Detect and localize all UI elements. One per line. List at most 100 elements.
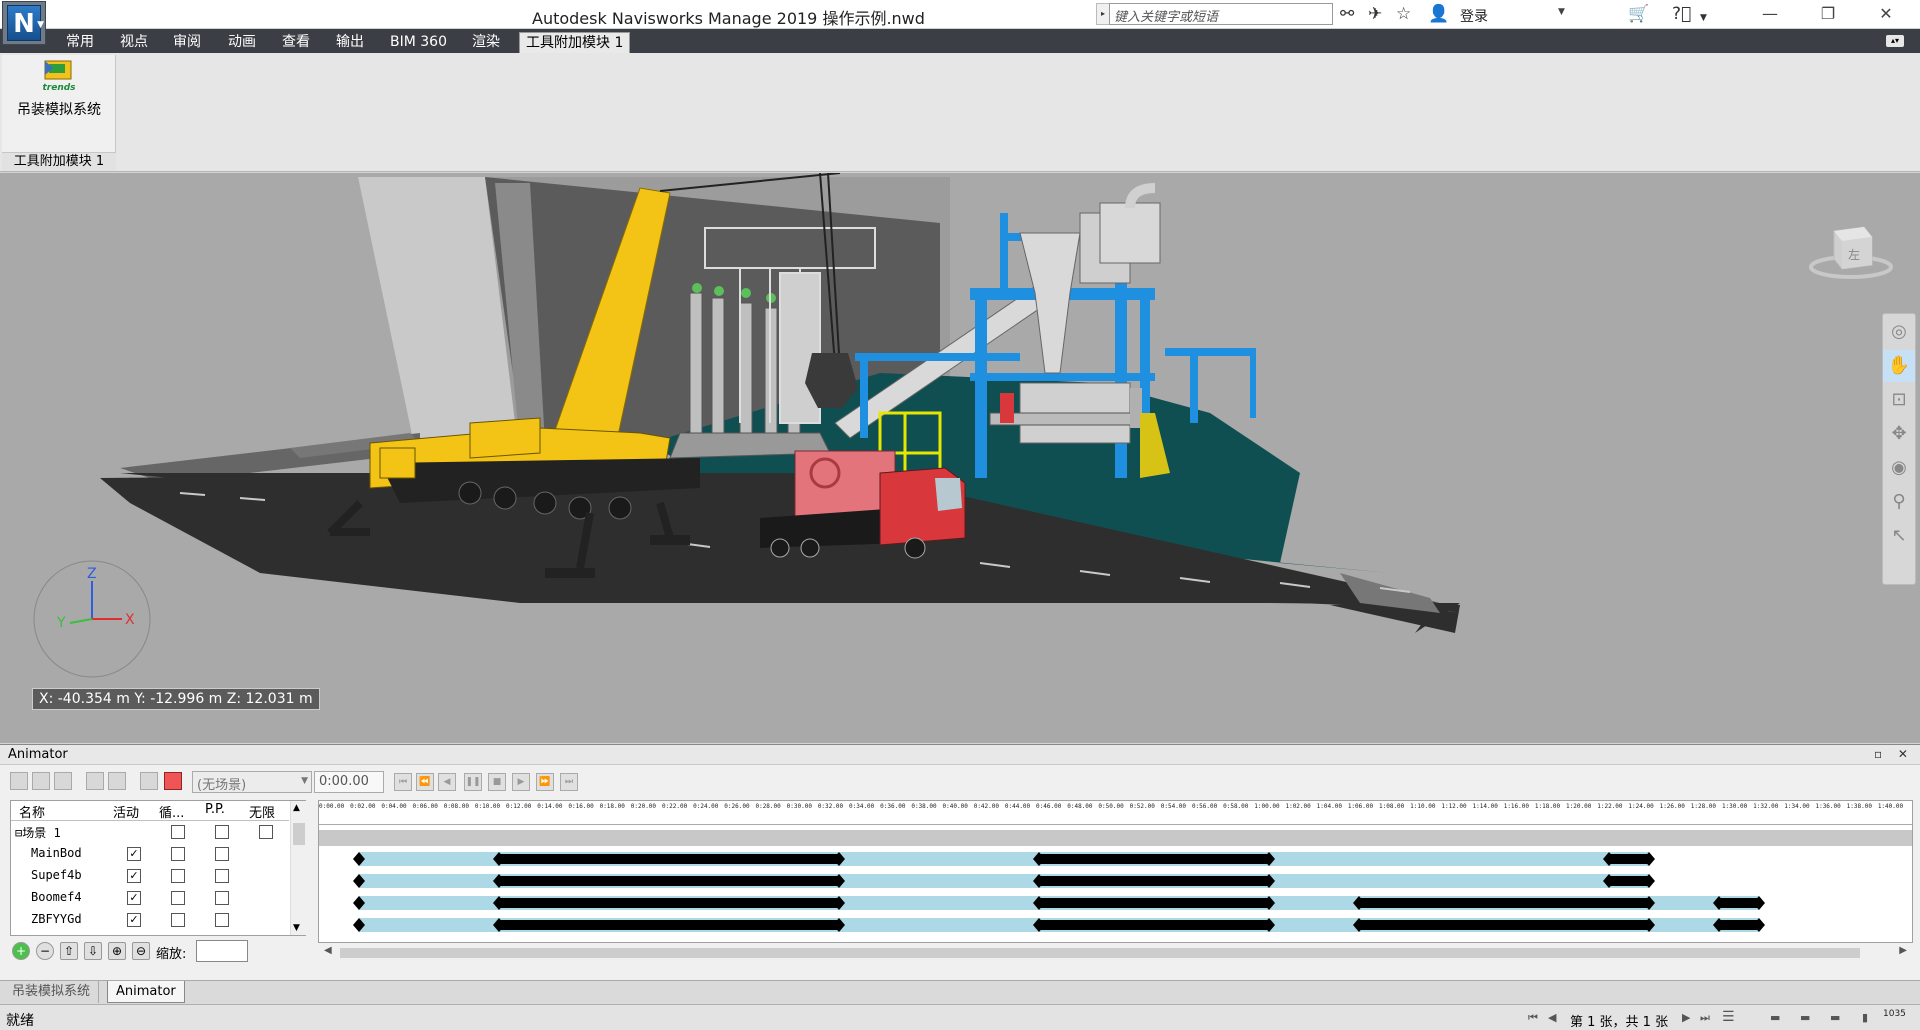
zoom-in-icon[interactable]: ⊕ xyxy=(108,942,126,960)
viewcube[interactable]: 左 xyxy=(1806,219,1896,289)
last-sheet-icon[interactable]: ⏭ xyxy=(1700,1011,1710,1025)
step-forward-icon[interactable]: ⏩ xyxy=(536,773,554,791)
zoom-out-icon[interactable]: ⊖ xyxy=(132,942,150,960)
capture-keyframe-icon[interactable] xyxy=(140,772,158,790)
dock-tab-animator[interactable]: Animator xyxy=(107,981,185,1003)
active-checkbox[interactable]: ✓ xyxy=(127,891,141,905)
change-color-icon[interactable] xyxy=(86,772,104,790)
scene-select[interactable]: (无场景) ▼ xyxy=(192,771,312,793)
minimize-button[interactable]: — xyxy=(1748,2,1792,26)
walk-icon[interactable]: ⚲ xyxy=(1883,486,1915,518)
loop-checkbox[interactable] xyxy=(171,913,185,927)
help-icon[interactable]: ?⃝ xyxy=(1672,4,1691,24)
add-scene-icon[interactable]: + xyxy=(12,942,30,960)
tree-row-set[interactable]: Boomef4 ✓ xyxy=(11,887,289,909)
change-transparency-icon[interactable] xyxy=(108,772,126,790)
loop-checkbox[interactable] xyxy=(171,847,185,861)
translate-animation-icon[interactable] xyxy=(10,772,28,790)
next-sheet-icon[interactable]: ▶ xyxy=(1682,1011,1690,1024)
stop-icon[interactable]: ■ xyxy=(488,773,506,791)
toggle-snap-icon[interactable] xyxy=(164,772,182,790)
scroll-thumb[interactable] xyxy=(293,823,305,845)
column-active[interactable]: 活动 xyxy=(113,802,139,821)
tree-scrollbar[interactable]: ▲ ▼ xyxy=(290,801,306,935)
timeline-view[interactable]: 0:00.00 0:02.00 0:04.00 0:06.00 0:08.00 0:10.… xyxy=(318,800,1913,943)
scroll-thumb[interactable] xyxy=(340,948,1860,958)
lifting-simulation-button[interactable]: trends 吊装模拟系统 xyxy=(4,59,114,129)
binoculars-icon[interactable]: ⚯ xyxy=(1340,4,1354,24)
tree-row-set[interactable]: MainBod ✓ xyxy=(11,843,289,865)
tab-animation[interactable]: 动画 xyxy=(222,32,262,53)
pp-checkbox[interactable] xyxy=(215,913,229,927)
tab-tool-addins[interactable]: 工具附加模块 1 xyxy=(519,32,631,53)
move-down-icon[interactable]: ⇩ xyxy=(84,942,102,960)
communication-center-icon[interactable]: ✈ xyxy=(1368,4,1382,24)
close-button[interactable]: ✕ xyxy=(1864,2,1908,26)
remove-icon[interactable]: − xyxy=(36,942,54,960)
play-icon[interactable]: ▶ xyxy=(512,773,530,791)
loop-checkbox[interactable] xyxy=(171,891,185,905)
column-pp[interactable]: P.P. xyxy=(205,802,225,817)
pp-checkbox[interactable] xyxy=(215,869,229,883)
cart-icon[interactable]: 🛒 xyxy=(1628,4,1649,24)
search-expand-button[interactable]: ▸ xyxy=(1096,3,1109,25)
scroll-left-icon[interactable]: ◀ xyxy=(324,945,332,956)
pp-checkbox[interactable] xyxy=(215,891,229,905)
active-checkbox[interactable]: ✓ xyxy=(127,869,141,883)
loop-checkbox[interactable] xyxy=(171,869,185,883)
tab-render[interactable]: 渲染 xyxy=(466,32,506,53)
tree-row-set[interactable]: Supef4b ✓ xyxy=(11,865,289,887)
sheet-browser-icon[interactable]: ☰ xyxy=(1722,1009,1735,1025)
column-name[interactable]: 名称 xyxy=(19,802,45,821)
restore-button[interactable]: ❐ xyxy=(1806,2,1850,26)
user-icon[interactable]: 👤 xyxy=(1428,4,1449,24)
rotate-animation-icon[interactable] xyxy=(32,772,50,790)
step-back-icon[interactable]: ⏪ xyxy=(416,773,434,791)
look-around-icon[interactable]: ◉ xyxy=(1883,452,1915,484)
timeline-horizontal-scrollbar[interactable]: ◀ ▶ xyxy=(318,945,1913,961)
tab-output[interactable]: 输出 xyxy=(330,32,370,53)
3d-viewport[interactable]: 左 ◎ ✋ ⊡ ✥ ◉ ⚲ ↖ Z X Y X: -40.354 m Y: -1… xyxy=(0,173,1920,743)
infinite-checkbox[interactable] xyxy=(259,825,273,839)
loop-checkbox[interactable] xyxy=(171,825,185,839)
scroll-right-icon[interactable]: ▶ xyxy=(1899,945,1907,956)
pause-icon[interactable]: ❚❚ xyxy=(464,773,482,791)
login-button[interactable]: 登录 xyxy=(1460,6,1488,26)
pan-hand-icon[interactable]: ✋ xyxy=(1883,350,1915,382)
ribbon-minimize-button[interactable]: ▴▾ xyxy=(1886,35,1904,47)
orbit-icon[interactable]: ✥ xyxy=(1883,418,1915,450)
tree-row-scene[interactable]: ⊟场景 1 xyxy=(11,821,289,843)
panel-controls[interactable]: ▫ ✕ xyxy=(1874,747,1914,761)
move-up-icon[interactable]: ⇧ xyxy=(60,942,78,960)
previous-sheet-icon[interactable]: ◀ xyxy=(1548,1011,1556,1024)
application-menu-button[interactable]: N ▼ xyxy=(2,1,46,45)
zoom-window-icon[interactable]: ⊡ xyxy=(1883,384,1915,416)
tab-home[interactable]: 常用 xyxy=(60,32,100,53)
active-checkbox[interactable]: ✓ xyxy=(127,913,141,927)
scroll-down-icon[interactable]: ▼ xyxy=(293,923,300,933)
tab-review[interactable]: 审阅 xyxy=(167,32,207,53)
chevron-down-icon[interactable]: ▼ xyxy=(1558,7,1565,17)
column-loop[interactable]: 循... xyxy=(159,802,184,821)
pp-checkbox[interactable] xyxy=(215,847,229,861)
fast-forward-end-icon[interactable]: ⏭ xyxy=(560,773,578,791)
scale-animation-icon[interactable] xyxy=(54,772,72,790)
favorites-star-icon[interactable]: ☆ xyxy=(1396,4,1411,24)
rewind-start-icon[interactable]: ⏮ xyxy=(394,773,412,791)
zoom-input[interactable] xyxy=(196,940,248,962)
tree-row-set[interactable]: ZBFYYGd ✓ xyxy=(11,909,289,931)
first-sheet-icon[interactable]: ⏮ xyxy=(1528,1011,1538,1025)
search-input[interactable]: 键入关键字或短语 xyxy=(1109,3,1333,25)
tab-bim360[interactable]: BIM 360 xyxy=(384,32,453,53)
tab-view[interactable]: 查看 xyxy=(276,32,316,53)
scroll-up-icon[interactable]: ▲ xyxy=(293,803,300,813)
column-infinite[interactable]: 无限 xyxy=(249,802,275,821)
active-checkbox[interactable]: ✓ xyxy=(127,847,141,861)
dock-tab-lifting-system[interactable]: 吊装模拟系统 xyxy=(4,981,100,1003)
pp-checkbox[interactable] xyxy=(215,825,229,839)
chevron-down-icon[interactable]: ▼ xyxy=(1700,8,1707,28)
play-reverse-icon[interactable]: ◀ xyxy=(438,773,456,791)
tab-viewpoint[interactable]: 视点 xyxy=(114,32,154,53)
time-input[interactable]: 0:00.00 xyxy=(314,771,384,793)
select-icon[interactable]: ↖ xyxy=(1883,520,1915,552)
